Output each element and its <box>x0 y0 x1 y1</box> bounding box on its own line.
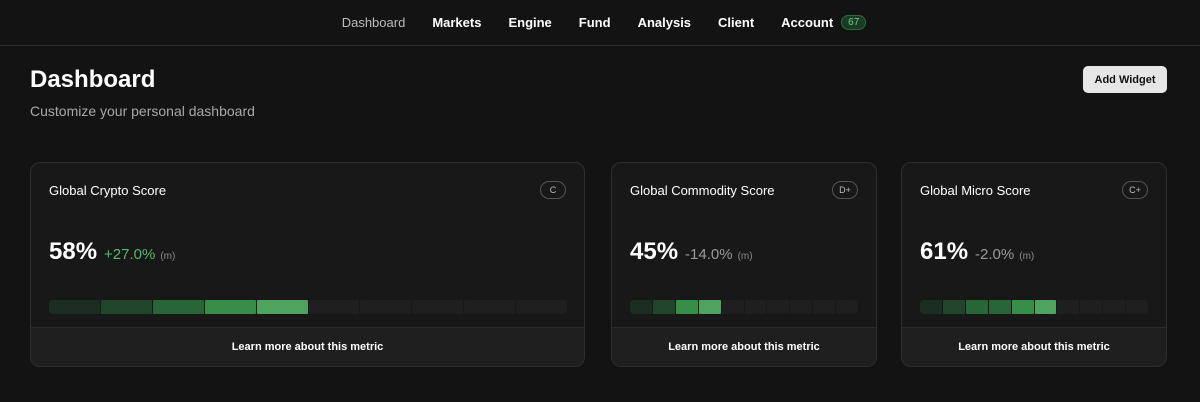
score-value-row: 45% -14.0% (m) <box>630 238 753 266</box>
nav-item-label: Fund <box>578 15 611 30</box>
top-navigation: Dashboard Markets Engine Fund Analysis C… <box>0 0 1200 46</box>
score-segment-filled <box>920 300 942 314</box>
score-period: (m) <box>737 251 753 262</box>
nav-item-label: Markets <box>432 15 482 30</box>
nav-item-client[interactable]: Client <box>718 15 754 30</box>
score-segment-filled <box>942 300 965 314</box>
score-segment-bar <box>630 300 859 314</box>
score-segment-bar <box>49 300 568 314</box>
score-segment-filled <box>49 300 100 314</box>
learn-more-link[interactable]: Learn more about this metric <box>612 327 876 366</box>
score-period: (m) <box>1019 251 1035 262</box>
score-segment-filled <box>100 300 152 314</box>
score-segment-empty <box>813 300 836 314</box>
grade-badge: C <box>540 181 566 199</box>
page-title: Dashboard <box>30 66 156 93</box>
score-value-row: 61% -2.0% (m) <box>920 238 1034 266</box>
grade-badge: C+ <box>1122 181 1148 199</box>
nav-item-label: Account <box>781 15 834 30</box>
score-delta: -2.0% <box>975 246 1015 263</box>
nav-item-label: Dashboard <box>341 15 406 30</box>
score-segment-empty <box>412 300 464 314</box>
score-segment-empty <box>744 300 767 314</box>
score-segment-empty <box>790 300 813 314</box>
add-widget-button[interactable]: Add Widget <box>1083 66 1167 93</box>
score-card-micro: Global Micro Score C+ 61% -2.0% (m) Lear… <box>901 162 1167 367</box>
score-segment-filled <box>698 300 721 314</box>
score-segment-empty <box>1057 300 1080 314</box>
card-title: Global Commodity Score <box>630 183 775 198</box>
nav-item-account[interactable]: Account 67 <box>781 15 867 30</box>
score-segment-filled <box>630 300 652 314</box>
score-segment-filled <box>1011 300 1034 314</box>
score-segment-filled <box>988 300 1011 314</box>
score-value-row: 58% +27.0% (m) <box>49 238 175 266</box>
score-value: 58% <box>49 238 98 265</box>
score-delta: -14.0% <box>685 246 733 263</box>
page-header: Dashboard Customize your personal dashbo… <box>30 66 255 119</box>
score-segment-empty <box>721 300 744 314</box>
page-subtitle: Customize your personal dashboard <box>30 103 255 119</box>
score-value: 61% <box>920 238 969 265</box>
score-segment-filled <box>1034 300 1057 314</box>
score-segment-filled <box>965 300 988 314</box>
score-card-commodity: Global Commodity Score D+ 45% -14.0% (m)… <box>611 162 877 367</box>
learn-more-link[interactable]: Learn more about this metric <box>31 327 584 366</box>
score-segment-filled <box>256 300 308 314</box>
learn-more-link[interactable]: Learn more about this metric <box>902 327 1166 366</box>
score-segment-filled <box>204 300 256 314</box>
account-count-badge: 67 <box>841 15 867 30</box>
nav-item-engine[interactable]: Engine <box>508 15 551 30</box>
nav-item-dashboard[interactable]: Dashboard <box>342 15 406 30</box>
nav-item-label: Engine <box>508 15 552 30</box>
score-segment-empty <box>767 300 790 314</box>
score-segment-empty <box>1126 300 1149 314</box>
score-segment-empty <box>1103 300 1126 314</box>
score-delta: +27.0% <box>104 246 156 263</box>
score-segment-empty <box>464 300 516 314</box>
score-segment-filled <box>675 300 698 314</box>
score-segment-filled <box>152 300 204 314</box>
score-segment-empty <box>1080 300 1103 314</box>
score-value: 45% <box>630 238 679 265</box>
card-title: Global Micro Score <box>920 183 1031 198</box>
score-segment-filled <box>652 300 675 314</box>
score-card-crypto: Global Crypto Score C 58% +27.0% (m) Lea… <box>30 162 585 367</box>
score-segment-empty <box>836 300 859 314</box>
score-segment-empty <box>308 300 360 314</box>
score-segment-empty <box>360 300 412 314</box>
card-title: Global Crypto Score <box>49 183 167 198</box>
nav-item-label: Client <box>718 15 755 30</box>
grade-badge: D+ <box>832 181 858 199</box>
nav-item-fund[interactable]: Fund <box>579 15 611 30</box>
score-segment-empty <box>516 300 568 314</box>
score-period: (m) <box>160 251 176 262</box>
score-segment-bar <box>920 300 1149 314</box>
nav-item-analysis[interactable]: Analysis <box>638 15 691 30</box>
nav-item-markets[interactable]: Markets <box>432 15 481 30</box>
nav-item-label: Analysis <box>637 15 692 30</box>
